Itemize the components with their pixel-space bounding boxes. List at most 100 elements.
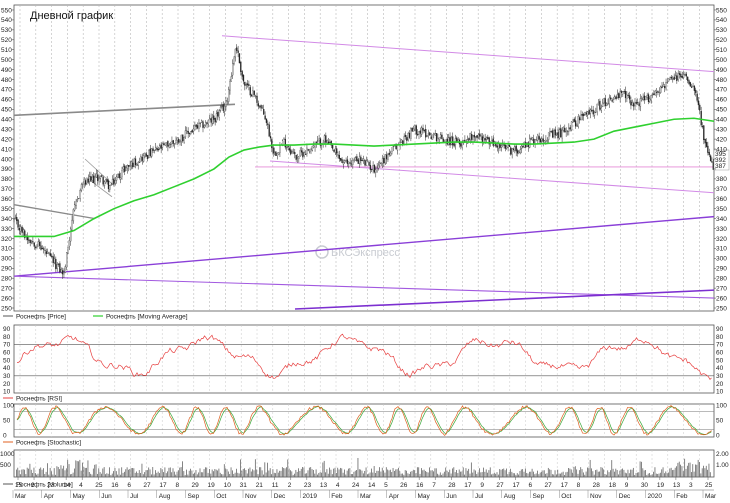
- volume-bar: [94, 464, 96, 477]
- volume-bar: [646, 474, 648, 477]
- volume-bar: [95, 464, 97, 477]
- candle-body: [449, 136, 451, 146]
- volume-bar: [64, 470, 66, 477]
- volume-bar: [190, 468, 191, 477]
- rsi-tick-label-left: 40: [3, 365, 11, 372]
- stoch-tick-label-right: 50: [716, 418, 724, 425]
- rsi-tick-label-left: 60: [3, 350, 11, 357]
- candle-body: [483, 137, 485, 143]
- volume-bar: [184, 474, 186, 477]
- volume-bar: [547, 467, 549, 477]
- candle-body: [114, 180, 116, 184]
- x-month-label: Jun: [446, 493, 457, 500]
- candle-body: [221, 105, 223, 107]
- candle-body: [323, 135, 326, 142]
- candle-body: [572, 119, 574, 123]
- candle-body: [132, 162, 134, 168]
- volume-bar: [703, 465, 704, 477]
- candle-body: [199, 122, 201, 124]
- volume-bar: [321, 472, 322, 477]
- volume-bar: [242, 468, 244, 477]
- candle-body: [226, 100, 228, 102]
- candle-body: [80, 184, 83, 191]
- volume-bar: [192, 473, 194, 477]
- rsi-tick-label-left: 10: [3, 389, 11, 396]
- x-day-label: 25: [95, 482, 103, 489]
- price-tick-label-left: 500: [1, 57, 12, 64]
- candle-body: [480, 135, 482, 137]
- volume-bar: [506, 468, 507, 477]
- volume-bar: [72, 472, 74, 477]
- volume-bar: [395, 469, 397, 477]
- price-panel: [13, 4, 715, 312]
- volume-bar: [121, 467, 123, 477]
- candle-body: [271, 139, 273, 149]
- volume-bar: [149, 469, 151, 477]
- rsi-tick-label-left: 30: [3, 373, 11, 380]
- candle-body: [541, 138, 543, 141]
- stoch-tick-label-left: 50: [3, 418, 11, 425]
- volume-bar: [445, 467, 447, 477]
- candle-body: [163, 143, 165, 145]
- price-tick-label-left: 540: [1, 17, 12, 24]
- volume-bar: [136, 471, 137, 477]
- volume-bar: [515, 474, 517, 477]
- candle-body: [60, 269, 62, 273]
- candle-body: [325, 135, 327, 143]
- candle-body: [155, 147, 157, 150]
- candle-body: [630, 100, 632, 106]
- price-tick-label-right: 440: [716, 117, 727, 124]
- rsi-tick-label-right: 70: [716, 342, 724, 349]
- candle-body: [51, 255, 53, 258]
- x-day-label: 27: [496, 482, 504, 489]
- candle-body: [669, 77, 671, 80]
- candle-body: [111, 179, 114, 185]
- candle-body: [616, 93, 619, 98]
- volume-bar: [367, 474, 368, 477]
- volume-bar: [655, 473, 657, 477]
- price-tick-label-left: 310: [1, 246, 12, 253]
- candle-body: [32, 241, 34, 243]
- volume-bar: [531, 468, 533, 477]
- volume-bar: [138, 470, 140, 477]
- candle-body: [558, 129, 561, 139]
- candle-body: [41, 248, 43, 250]
- candle-body: [295, 154, 297, 160]
- volume-bar: [33, 467, 35, 477]
- candle-body: [589, 109, 592, 114]
- volume-bar: [18, 470, 20, 477]
- candle-body: [376, 167, 378, 169]
- volume-bar: [310, 467, 312, 477]
- volume-bar: [97, 473, 98, 477]
- candle-body: [372, 165, 374, 171]
- volume-bar: [387, 469, 389, 477]
- volume-bar: [450, 473, 452, 477]
- candle-body: [472, 135, 474, 140]
- candle-body: [639, 98, 642, 107]
- candle-body: [286, 147, 288, 149]
- candle-body: [665, 82, 667, 90]
- candle-body: [591, 110, 593, 112]
- candle-body: [99, 176, 102, 179]
- candle-body: [360, 157, 362, 162]
- candle-body: [529, 138, 531, 148]
- volume-bar: [165, 473, 167, 477]
- price-tick-label-right: 490: [716, 67, 727, 74]
- volume-bar: [485, 469, 487, 477]
- candle-body: [361, 160, 363, 161]
- volume-bar: [473, 469, 475, 477]
- volume-bar: [226, 469, 228, 477]
- price-tick-label-right: 340: [716, 216, 727, 223]
- candle-body: [191, 130, 193, 133]
- candle-body: [664, 86, 666, 89]
- candle-body: [292, 151, 295, 153]
- volume-bar: [377, 470, 379, 477]
- volume-bar: [248, 468, 249, 477]
- candle-body: [169, 144, 172, 145]
- volume-bar: [340, 467, 341, 477]
- candle-body: [487, 136, 489, 139]
- volume-bar: [102, 468, 104, 477]
- volume-bar: [414, 470, 416, 477]
- candle-body: [47, 251, 49, 254]
- candle-body: [682, 74, 685, 78]
